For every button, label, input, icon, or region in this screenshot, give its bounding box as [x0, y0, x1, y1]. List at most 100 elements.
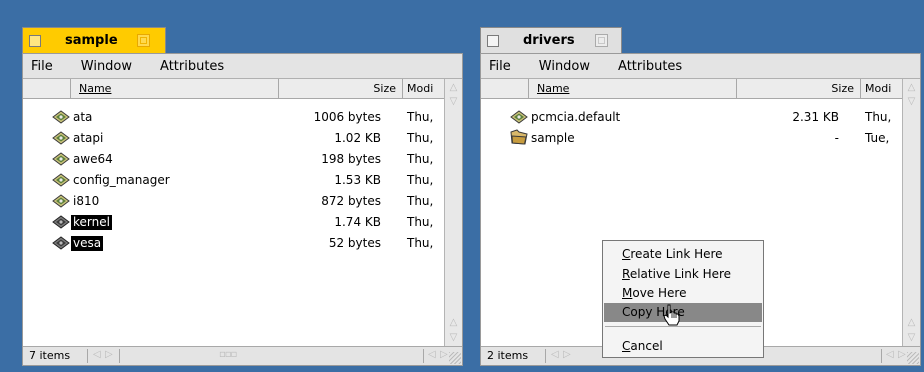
file-name: pcmcia.default	[531, 110, 621, 124]
file-name: sample	[531, 131, 575, 145]
column-spacer	[23, 79, 71, 98]
column-modified[interactable]: Modi	[861, 79, 903, 98]
file-size: 198 bytes	[321, 152, 381, 166]
vertical-scrollbar[interactable]: △ ▽ △ ▽	[902, 79, 920, 347]
list-item[interactable]: sample - Tue,	[481, 128, 902, 148]
file-modified: Thu,	[407, 215, 434, 229]
column-modified[interactable]: Modi	[403, 79, 445, 98]
vertical-scrollbar[interactable]: △ ▽ △ ▽	[444, 79, 462, 347]
file-size: 1.74 KB	[334, 215, 381, 229]
scroll-left-icon[interactable]: ◁	[428, 349, 436, 360]
left-window: File Window Attributes Name Size Modi at…	[22, 53, 463, 366]
scroll-left-icon[interactable]: ◁	[551, 349, 559, 360]
resize-grip-icon[interactable]	[449, 352, 461, 364]
folder-icon	[509, 128, 529, 145]
file-name: atapi	[73, 131, 104, 145]
file-modified: Thu,	[407, 194, 434, 208]
menu-file[interactable]: File	[481, 59, 511, 74]
file-modified: Thu,	[407, 236, 434, 250]
column-name[interactable]: Name	[71, 79, 279, 98]
scroll-down-icon[interactable]: ▽	[447, 95, 460, 108]
scroll-down-icon[interactable]: ▽	[447, 331, 460, 344]
scroll-up-icon[interactable]: △	[447, 81, 460, 94]
menu-item-label: elative Link Here	[629, 267, 732, 281]
file-modified: Thu,	[407, 152, 434, 166]
scroll-thumb-grip-icon[interactable]: ▫▫▫	[219, 349, 237, 360]
list-item[interactable]: awe64 198 bytes Thu,	[23, 149, 444, 169]
zoom-icon[interactable]	[595, 34, 608, 47]
status-bar: 7 items ◁ ▷ ▫▫▫ ◁ ▷	[23, 346, 462, 365]
file-list: ata 1006 bytes Thu, atapi 1.02 KB Thu, awe64 19…	[23, 99, 444, 347]
file-name: vesa	[71, 236, 104, 251]
menu-item-cancel[interactable]: Cancel	[604, 337, 762, 356]
scroll-up-icon[interactable]: △	[905, 81, 918, 94]
zoom-icon[interactable]	[137, 34, 150, 47]
menu-item-copy-here[interactable]: Copy Here	[604, 303, 762, 322]
scroll-left-icon[interactable]: ◁	[886, 349, 894, 360]
menu-item-create-link[interactable]: Create Link Here	[604, 245, 762, 264]
menu-attributes[interactable]: Attributes	[610, 59, 682, 74]
file-size: -	[834, 131, 839, 145]
scroll-left-icon[interactable]: ◁	[93, 349, 101, 360]
divider	[87, 349, 88, 363]
list-item[interactable]: kernel 1.74 KB Thu,	[23, 212, 444, 232]
menu-item-move-here[interactable]: Move Here	[604, 284, 762, 303]
column-size[interactable]: Size	[279, 79, 403, 98]
scroll-right-icon[interactable]: ▷	[440, 349, 448, 360]
menu-window[interactable]: Window	[531, 59, 590, 74]
scroll-right-icon[interactable]: ▷	[105, 349, 113, 360]
scroll-right-icon[interactable]: ▷	[898, 349, 906, 360]
file-size: 52 bytes	[328, 236, 381, 250]
column-name[interactable]: Name	[529, 79, 737, 98]
scroll-down-icon[interactable]: ▽	[905, 95, 918, 108]
divider	[119, 349, 120, 363]
mnemonic: M	[622, 286, 633, 300]
file-size: 1006 bytes	[313, 110, 381, 124]
hand-cursor-icon	[663, 304, 680, 326]
list-item[interactable]: pcmcia.default 2.31 KB Thu,	[481, 107, 902, 127]
menu-item-label: ancel	[630, 339, 663, 353]
list-item[interactable]: atapi 1.02 KB Thu,	[23, 128, 444, 148]
left-window-tab[interactable]: sample	[22, 27, 166, 53]
file-size: 1.02 KB	[334, 131, 381, 145]
context-menu: Create Link Here Relative Link Here Move…	[602, 240, 764, 358]
resize-grip-icon[interactable]	[907, 352, 919, 364]
menu-item-relative-link[interactable]: Relative Link Here	[604, 265, 762, 284]
divider	[545, 349, 546, 363]
menu-window[interactable]: Window	[73, 59, 132, 74]
menu-file[interactable]: File	[23, 59, 53, 74]
scroll-down-icon[interactable]: ▽	[905, 331, 918, 344]
driver-file-icon	[51, 152, 71, 166]
column-size[interactable]: Size	[737, 79, 861, 98]
file-name: kernel	[71, 215, 112, 230]
close-icon[interactable]	[487, 34, 499, 47]
driver-file-icon	[51, 215, 71, 229]
column-header: Name Size Modi	[23, 79, 444, 99]
file-modified: Thu,	[407, 173, 434, 187]
file-name: i810	[73, 194, 100, 208]
list-item[interactable]: i810 872 bytes Thu,	[23, 191, 444, 211]
menu-attributes[interactable]: Attributes	[152, 59, 224, 74]
file-modified: Tue,	[865, 131, 890, 145]
menubar: File Window Attributes	[481, 54, 920, 79]
file-name: awe64	[73, 152, 113, 166]
item-count: 7 items	[29, 349, 71, 362]
close-icon[interactable]	[29, 34, 41, 47]
menubar: File Window Attributes	[23, 54, 462, 79]
menu-separator	[605, 326, 761, 327]
list-item[interactable]: ata 1006 bytes Thu,	[23, 107, 444, 127]
scroll-up-icon[interactable]: △	[905, 316, 918, 329]
scroll-up-icon[interactable]: △	[447, 316, 460, 329]
list-item[interactable]: config_manager 1.53 KB Thu,	[23, 170, 444, 190]
menu-item-label: ove Here	[632, 286, 687, 300]
driver-file-icon	[51, 194, 71, 208]
list-item[interactable]: vesa 52 bytes Thu,	[23, 233, 444, 253]
file-size: 872 bytes	[321, 194, 381, 208]
file-modified: Thu,	[407, 110, 434, 124]
scroll-right-icon[interactable]: ▷	[563, 349, 571, 360]
right-window-tab[interactable]: drivers	[480, 27, 622, 53]
window-title: drivers	[523, 33, 575, 48]
column-header: Name Size Modi	[481, 79, 902, 99]
file-name: config_manager	[73, 173, 170, 187]
file-name: ata	[73, 110, 93, 124]
